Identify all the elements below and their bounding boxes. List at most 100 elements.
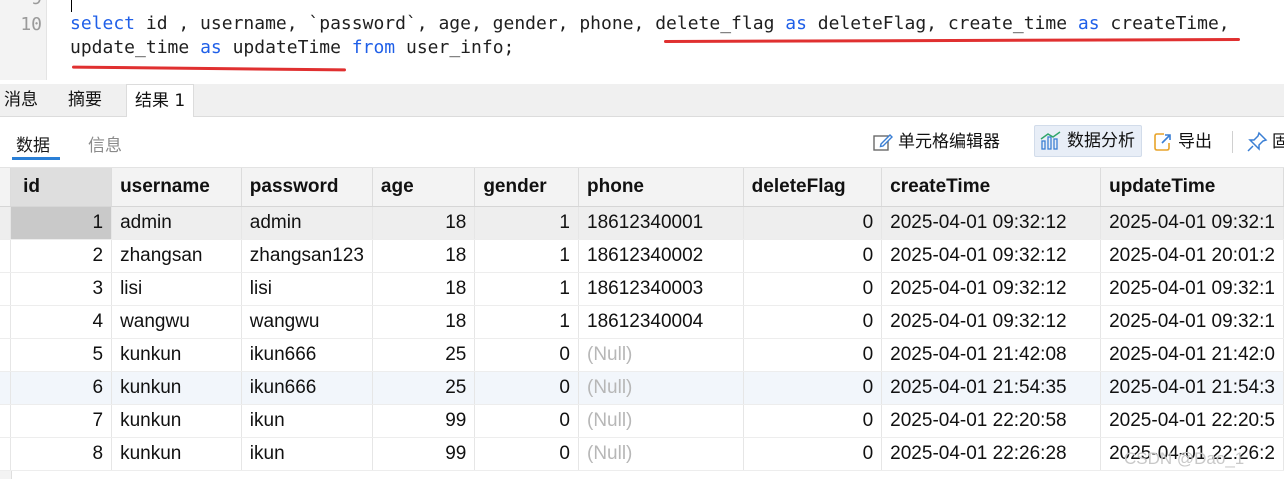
- cell-age[interactable]: 25: [372, 338, 476, 372]
- cell-id[interactable]: 8: [10, 437, 113, 471]
- row-selector[interactable]: [0, 371, 12, 405]
- column-header-id[interactable]: id: [10, 168, 113, 207]
- cell-deleteflag[interactable]: 0: [743, 239, 883, 273]
- cell-createtime[interactable]: 2025-04-01 09:32:12: [881, 272, 1102, 306]
- tab-info[interactable]: 信息: [88, 131, 122, 156]
- cell-gender[interactable]: 0: [474, 338, 579, 372]
- cell-username[interactable]: wangwu: [111, 305, 242, 339]
- cell-password[interactable]: ikun666: [241, 338, 373, 372]
- cell-password[interactable]: wangwu: [241, 305, 373, 339]
- cell-gender[interactable]: 1: [474, 239, 579, 273]
- pin-button[interactable]: 固: [1246, 127, 1284, 157]
- table-row[interactable]: 1 admin admin 18 1 18612340001 0 2025-04-01 09:…: [0, 206, 1284, 240]
- cell-deleteflag[interactable]: 0: [743, 206, 883, 240]
- tab-result-1[interactable]: 结果 1: [126, 84, 195, 117]
- cell-id[interactable]: 2: [10, 239, 113, 273]
- cell-password[interactable]: ikun666: [241, 371, 373, 405]
- column-header-updatetime[interactable]: updateTime: [1100, 168, 1284, 207]
- cell-phone[interactable]: (Null): [578, 338, 744, 372]
- cell-id[interactable]: 6: [10, 371, 113, 405]
- cell-age[interactable]: 18: [372, 305, 476, 339]
- cell-createtime[interactable]: 2025-04-01 21:42:08: [881, 338, 1102, 372]
- cell-deleteflag[interactable]: 0: [743, 437, 883, 471]
- cell-gender[interactable]: 1: [474, 206, 579, 240]
- cell-username[interactable]: admin: [111, 206, 242, 240]
- table-row[interactable]: 6 kunkun ikun666 25 0 (Null) 0 2025-04-01 21:54…: [0, 371, 1284, 405]
- row-selector[interactable]: [0, 272, 12, 306]
- table-row[interactable]: 3 lisi lisi 18 1 18612340003 0 2025-04-01 09:32…: [0, 272, 1284, 306]
- cell-createtime[interactable]: 2025-04-01 22:20:58: [881, 404, 1102, 438]
- cell-phone[interactable]: 18612340002: [578, 239, 744, 273]
- cell-gender[interactable]: 1: [474, 272, 579, 306]
- cell-deleteflag[interactable]: 0: [743, 404, 883, 438]
- cell-updatetime[interactable]: 2025-04-01 09:32:1: [1100, 206, 1284, 240]
- cell-username[interactable]: zhangsan: [111, 239, 242, 273]
- cell-phone[interactable]: 18612340004: [578, 305, 744, 339]
- cell-age[interactable]: 99: [372, 404, 476, 438]
- table-row[interactable]: 7 kunkun ikun 99 0 (Null) 0 2025-04-01 22:20:58…: [0, 404, 1284, 438]
- cell-gender[interactable]: 0: [474, 404, 579, 438]
- cell-id[interactable]: 4: [10, 305, 113, 339]
- sql-editor[interactable]: 9 10 select id , username, `password`, a…: [0, 0, 1284, 80]
- export-button[interactable]: 导出: [1152, 127, 1212, 157]
- cell-createtime[interactable]: 2025-04-01 21:54:35: [881, 371, 1102, 405]
- cell-createtime[interactable]: 2025-04-01 09:32:12: [881, 239, 1102, 273]
- cell-id[interactable]: 7: [10, 404, 113, 438]
- cell-password[interactable]: ikun: [241, 404, 373, 438]
- cell-updatetime[interactable]: 2025-04-01 20:01:2: [1100, 239, 1284, 273]
- cell-phone[interactable]: 18612340003: [578, 272, 744, 306]
- cell-deleteflag[interactable]: 0: [743, 305, 883, 339]
- table-row[interactable]: 5 kunkun ikun666 25 0 (Null) 0 2025-04-01 21:42…: [0, 338, 1284, 372]
- row-selector[interactable]: [0, 338, 12, 372]
- cell-phone[interactable]: 18612340001: [578, 206, 744, 240]
- cell-age[interactable]: 18: [372, 206, 476, 240]
- column-header-password[interactable]: password: [241, 168, 373, 207]
- cell-username[interactable]: kunkun: [111, 338, 242, 372]
- result-grid[interactable]: id username password age gender phone de…: [0, 168, 1284, 479]
- row-selector[interactable]: [0, 239, 12, 273]
- cell-password[interactable]: ikun: [241, 437, 373, 471]
- tab-data[interactable]: 数据: [16, 131, 50, 156]
- cell-phone[interactable]: (Null): [578, 437, 744, 471]
- cell-createtime[interactable]: 2025-04-01 09:32:12: [881, 305, 1102, 339]
- cell-deleteflag[interactable]: 0: [743, 272, 883, 306]
- cell-deleteflag[interactable]: 0: [743, 338, 883, 372]
- cell-age[interactable]: 25: [372, 371, 476, 405]
- table-row[interactable]: 2 zhangsan zhangsan123 18 1 18612340002 0 2025-…: [0, 239, 1284, 273]
- row-selector[interactable]: [0, 305, 12, 339]
- cell-id[interactable]: 5: [10, 338, 113, 372]
- cell-updatetime[interactable]: 2025-04-01 21:54:3: [1100, 371, 1284, 405]
- column-header-age[interactable]: age: [372, 168, 476, 207]
- row-selector[interactable]: [0, 206, 12, 240]
- column-header-createtime[interactable]: createTime: [881, 168, 1102, 207]
- cell-id[interactable]: 1: [10, 206, 113, 240]
- cell-updatetime[interactable]: 2025-04-01 21:42:0: [1100, 338, 1284, 372]
- column-header-phone[interactable]: phone: [578, 168, 744, 207]
- data-analysis-button[interactable]: 数据分析: [1034, 125, 1142, 157]
- cell-editor-button[interactable]: 单元格编辑器: [872, 127, 1000, 157]
- column-header-gender[interactable]: gender: [474, 168, 579, 207]
- column-header-username[interactable]: username: [111, 168, 242, 207]
- cell-username[interactable]: kunkun: [111, 437, 242, 471]
- table-row[interactable]: 8 kunkun ikun 99 0 (Null) 0 2025-04-01 22:26:28…: [0, 437, 1284, 471]
- row-selector[interactable]: [0, 404, 12, 438]
- tab-messages[interactable]: 消息: [0, 84, 42, 116]
- cell-createtime[interactable]: 2025-04-01 22:26:28: [881, 437, 1102, 471]
- cell-password[interactable]: zhangsan123: [241, 239, 373, 273]
- cell-phone[interactable]: (Null): [578, 371, 744, 405]
- cell-username[interactable]: kunkun: [111, 404, 242, 438]
- cell-age[interactable]: 18: [372, 272, 476, 306]
- cell-username[interactable]: kunkun: [111, 371, 242, 405]
- cell-updatetime[interactable]: 2025-04-01 09:32:1: [1100, 305, 1284, 339]
- cell-updatetime[interactable]: 2025-04-01 09:32:1: [1100, 272, 1284, 306]
- cell-password[interactable]: admin: [241, 206, 373, 240]
- column-header-deleteflag[interactable]: deleteFlag: [743, 168, 883, 207]
- cell-username[interactable]: lisi: [111, 272, 242, 306]
- table-row[interactable]: 4 wangwu wangwu 18 1 18612340004 0 2025-04-01 0…: [0, 305, 1284, 339]
- cell-gender[interactable]: 1: [474, 305, 579, 339]
- cell-deleteflag[interactable]: 0: [743, 371, 883, 405]
- cell-age[interactable]: 18: [372, 239, 476, 273]
- cell-age[interactable]: 99: [372, 437, 476, 471]
- row-selector[interactable]: [0, 437, 12, 471]
- cell-password[interactable]: lisi: [241, 272, 373, 306]
